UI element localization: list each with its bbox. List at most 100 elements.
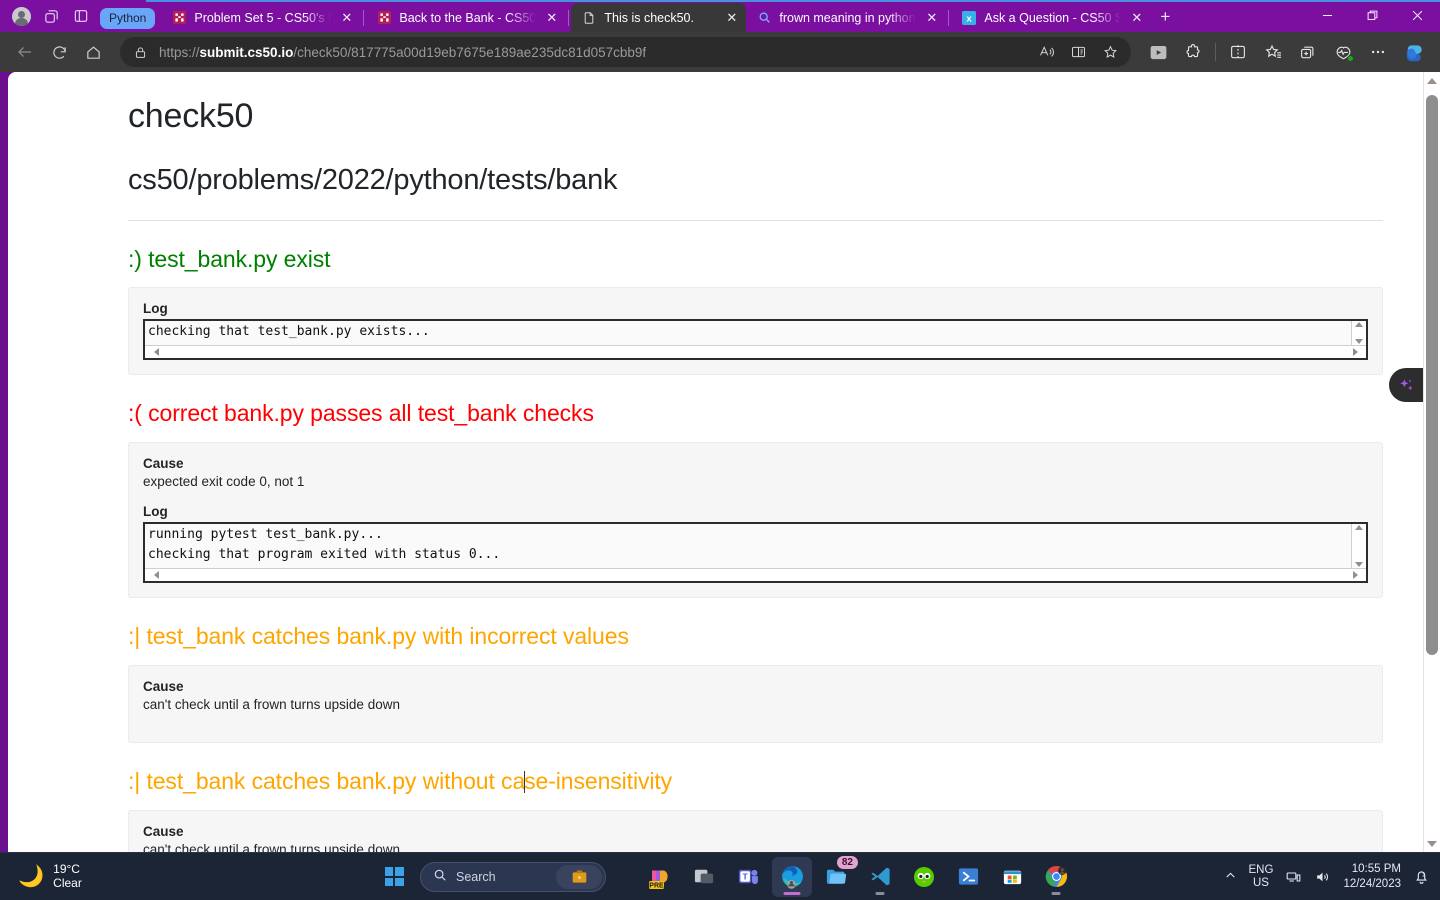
scroll-left-arrow-icon[interactable] [154, 571, 159, 580]
browser-window: Python Problem Set 5 - CS50's Intro ✕ Ba… [0, 0, 1440, 852]
browser-tab-2-active[interactable]: This is check50. ✕ [571, 3, 747, 32]
profile-avatar[interactable] [6, 1, 36, 31]
tab-close-icon[interactable]: ✕ [543, 9, 560, 26]
log-text: checking that test_bank.py exists... [148, 324, 430, 340]
taskbar-search-box[interactable]: Search [420, 861, 606, 892]
tab-close-icon[interactable]: ✕ [338, 9, 355, 26]
page-scroll-track[interactable] [1424, 89, 1440, 835]
weather-text: 19°C Clear [53, 862, 82, 891]
scroll-up-arrow-icon[interactable] [1355, 322, 1363, 328]
network-icon[interactable] [1285, 869, 1302, 885]
show-hidden-icons-chevron-icon[interactable] [1224, 869, 1237, 885]
work-profile-briefcase-icon[interactable] [556, 864, 602, 889]
browser-tab-1[interactable]: Back to the Bank - CS50's In ✕ [366, 3, 566, 32]
log-horizontal-scrollbar[interactable] [145, 345, 1366, 359]
immersive-reader-icon[interactable] [1063, 38, 1093, 66]
log-vertical-scrollbar[interactable] [1351, 524, 1366, 569]
page-scrollbar[interactable] [1423, 72, 1440, 852]
scroll-down-arrow-icon[interactable] [1355, 339, 1363, 345]
taskbar-app-duolingo[interactable] [904, 857, 944, 897]
cause-label: Cause [143, 456, 184, 472]
scroll-down-arrow-icon[interactable] [1355, 562, 1363, 568]
url-scheme: https:// [159, 44, 200, 60]
scroll-up-arrow-icon[interactable] [1355, 525, 1363, 531]
media-play-icon[interactable] [1141, 37, 1175, 67]
toolbar-divider [1215, 43, 1216, 61]
scroll-right-arrow-icon[interactable] [1353, 348, 1358, 357]
tab-close-icon[interactable]: ✕ [1128, 9, 1145, 26]
browser-essentials-icon[interactable] [1326, 37, 1360, 67]
collections-icon[interactable] [1291, 37, 1325, 67]
browser-tab-4[interactable]: x Ask a Question - CS50 Stac ✕ [951, 3, 1151, 32]
log-horizontal-scrollbar[interactable] [145, 568, 1366, 582]
tab-close-icon[interactable]: ✕ [923, 9, 940, 26]
language-indicator[interactable]: ENG US [1249, 864, 1274, 889]
volume-icon[interactable] [1314, 869, 1331, 885]
taskbar-app-task-view[interactable] [684, 857, 724, 897]
cause-label: Cause [143, 823, 184, 839]
copilot-sidebar-button[interactable] [1389, 368, 1423, 402]
taskbar-center-group: Search [374, 857, 606, 897]
check-heading-part-1: :| test_bank catches bank.py without ca [128, 767, 526, 794]
taskbar-app-visual-studio-code[interactable] [860, 857, 900, 897]
log-vertical-scrollbar[interactable] [1351, 321, 1366, 346]
browser-tab-3[interactable]: frown meaning in python - ✕ [746, 3, 946, 32]
check-panel: Log checking that test_bank.py exists... [128, 287, 1383, 376]
taskbar-weather-widget[interactable]: 🌙 19°C Clear [0, 862, 82, 891]
taskbar-app-microsoft-edge[interactable] [772, 856, 812, 897]
problem-slug: cs50/problems/2022/python/tests/bank [128, 163, 1383, 221]
home-icon[interactable] [76, 37, 110, 67]
check-heading: :( correct bank.py passes all test_bank … [128, 400, 594, 427]
tab-group-chip[interactable]: Python [100, 8, 156, 29]
page-viewport: check50 cs50/problems/2022/python/tests/… [8, 72, 1440, 852]
tab-list-icon[interactable] [66, 1, 96, 31]
log-box[interactable]: running pytest test_bank.py... checking … [143, 522, 1368, 584]
taskbar-app-powershell[interactable] [948, 857, 988, 897]
search-icon [433, 868, 447, 885]
copilot-icon[interactable] [1396, 37, 1432, 67]
taskbar-app-file-explorer[interactable]: 82 [816, 855, 858, 897]
svg-text:T: T [742, 871, 748, 881]
back-arrow-icon[interactable] [8, 37, 42, 67]
tab-title: Problem Set 5 - CS50's Intro [194, 10, 332, 25]
split-screen-icon[interactable] [1221, 37, 1255, 67]
page-scroll-up-arrow-icon[interactable] [1424, 72, 1440, 89]
browser-tab-0[interactable]: Problem Set 5 - CS50's Intro ✕ [161, 3, 361, 32]
taskbar-app-google-chrome[interactable] [1036, 857, 1076, 897]
start-button[interactable] [374, 857, 414, 897]
check-result-0: :) test_bank.py exist Log checking that … [128, 245, 1383, 376]
maximize-restore-button[interactable] [1350, 0, 1395, 30]
favorite-star-icon[interactable] [1095, 38, 1125, 66]
notification-badge-count: 82 [836, 855, 858, 869]
log-box[interactable]: checking that test_bank.py exists... [143, 319, 1368, 361]
refresh-icon[interactable] [42, 37, 76, 67]
taskbar-app-microsoft-teams[interactable]: T [728, 857, 768, 897]
minimize-button[interactable] [1305, 0, 1350, 30]
tab-title: Back to the Bank - CS50's In [399, 10, 537, 25]
web-page-content: check50 cs50/problems/2022/python/tests/… [8, 72, 1423, 852]
svg-text:x: x [967, 13, 973, 24]
page-scroll-thumb[interactable] [1426, 95, 1438, 655]
tab-separator [363, 10, 365, 26]
essentials-status-dot [1347, 55, 1354, 62]
tab-actions-icon[interactable] [36, 1, 66, 31]
taskbar-app-copilot-pre[interactable]: PRE [640, 857, 680, 897]
notifications-icon[interactable]: z [1413, 868, 1430, 885]
extensions-puzzle-icon[interactable] [1176, 37, 1210, 67]
new-tab-button[interactable]: + [1151, 3, 1179, 31]
language-code: ENG [1248, 863, 1274, 876]
page-scroll-down-arrow-icon[interactable] [1424, 835, 1440, 852]
scroll-left-arrow-icon[interactable] [154, 348, 159, 357]
clock[interactable]: 10:55 PM 12/24/2023 [1343, 862, 1401, 892]
address-bar[interactable]: https://submit.cs50.io/check50/817775a00… [120, 37, 1131, 67]
settings-more-icon[interactable] [1361, 37, 1395, 67]
read-aloud-icon[interactable] [1031, 38, 1061, 66]
tab-close-icon[interactable]: ✕ [723, 9, 740, 26]
add-to-favorites-icon[interactable] [1256, 37, 1290, 67]
windows-logo-icon [384, 867, 404, 886]
tab-strip: Python Problem Set 5 - CS50's Intro ✕ Ba… [0, 0, 1440, 32]
taskbar-app-microsoft-store[interactable] [992, 857, 1032, 897]
search-placeholder-label: Search [456, 869, 496, 884]
close-window-button[interactable] [1395, 0, 1440, 30]
scroll-right-arrow-icon[interactable] [1353, 571, 1358, 580]
